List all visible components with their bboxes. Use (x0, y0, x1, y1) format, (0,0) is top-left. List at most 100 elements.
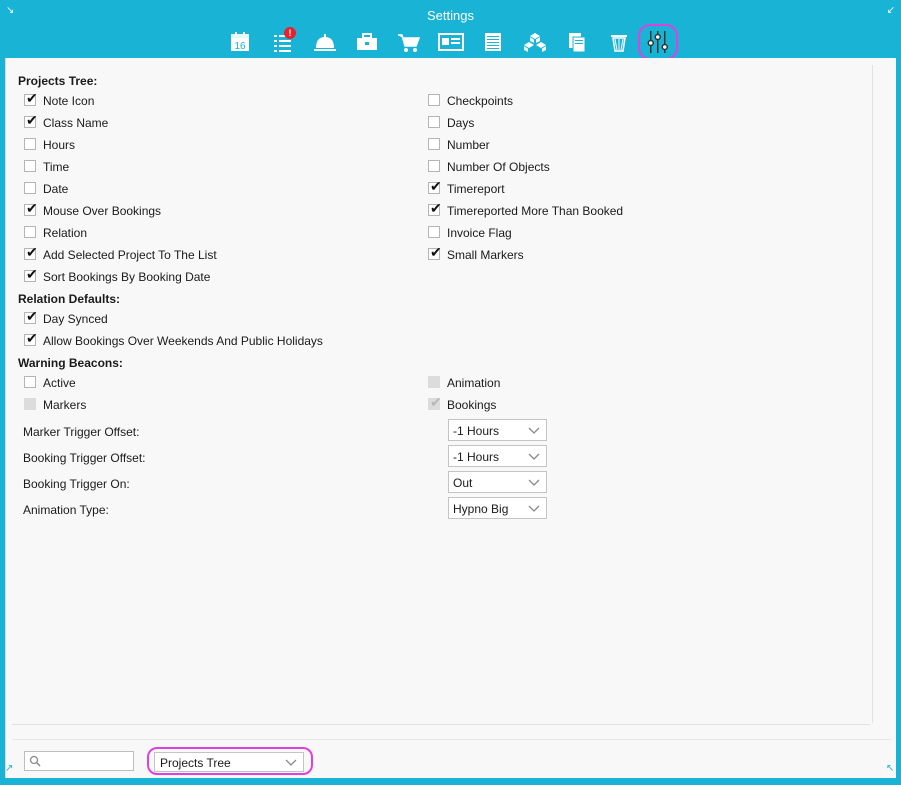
section-title-warning-beacons: Warning Beacons: (18, 356, 123, 370)
field-label-booking-trigger-offset: Booking Trigger Offset: (23, 451, 146, 465)
toolbar-calendar-button[interactable]: 16 (225, 27, 255, 57)
select-value: Hypno Big (453, 502, 509, 516)
chevron-down-icon (285, 759, 297, 766)
option-label: Timereported More Than Booked (447, 204, 624, 218)
option-label: Active (43, 376, 76, 390)
checkbox (24, 398, 36, 410)
checkmark-icon: ✔ (26, 330, 38, 346)
svg-text:16: 16 (234, 41, 246, 52)
resize-corner-bottom-left-icon[interactable]: ↗ (5, 764, 13, 774)
select-marker-trigger-offset[interactable]: -1 Hours (448, 419, 547, 441)
sliders-icon (647, 31, 668, 53)
checkbox[interactable]: ✔ (428, 201, 442, 216)
option-label: Add Selected Project To The List (43, 248, 217, 262)
checkbox[interactable] (24, 226, 36, 238)
checkbox[interactable]: ✔ (428, 244, 442, 260)
section-select[interactable]: Projects Tree (154, 752, 304, 772)
search-icon (29, 755, 41, 767)
option-label: Day Synced (43, 312, 108, 326)
field-label-marker-trigger-offset: Marker Trigger Offset: (23, 425, 140, 439)
checkmark-icon: ✔ (26, 266, 38, 282)
checkmark-icon: ✔ (26, 112, 38, 128)
checkbox[interactable]: ✔ (24, 266, 38, 282)
checkbox[interactable]: ✔ (24, 200, 38, 216)
vertical-scrollbar[interactable] (872, 65, 886, 723)
cubes-icon (524, 33, 546, 52)
option-label: Invoice Flag (447, 226, 512, 240)
option-label: Markers (43, 398, 87, 412)
checkbox[interactable] (428, 94, 440, 106)
select-animation-type[interactable]: Hypno Big (448, 497, 547, 519)
checkbox[interactable]: ✔ (428, 178, 442, 194)
toolbar-tasks-button[interactable]: ! (268, 27, 298, 57)
section-title-relation-defaults: Relation Defaults: (18, 292, 121, 306)
checkbox[interactable]: ✔ (24, 308, 38, 324)
option-label: Checkpoints (447, 94, 514, 108)
checkbox[interactable] (24, 160, 36, 172)
chevron-down-icon (528, 505, 540, 512)
ledger-icon (485, 33, 501, 51)
toolbar-documents-button[interactable] (562, 27, 592, 57)
checkbox[interactable]: ✔ (24, 112, 38, 128)
select-value: -1 Hours (453, 450, 500, 464)
toolbar-contacts-button[interactable] (436, 27, 466, 57)
settings-window: ↘ ↙ Settings 16 ! Projects Tree: ✔ Note … (0, 0, 901, 785)
checkbox[interactable] (428, 116, 440, 128)
checkbox[interactable]: ✔ (24, 90, 38, 106)
checkbox[interactable] (428, 160, 440, 172)
checkbox[interactable] (24, 376, 36, 388)
trash-icon (611, 35, 627, 52)
shopping-cart-icon (398, 34, 421, 52)
checkbox[interactable] (24, 182, 36, 194)
option-label: Time (43, 160, 70, 174)
option-label: Number Of Objects (447, 160, 550, 174)
section-select-value: Projects Tree (160, 756, 231, 770)
chevron-down-icon (528, 479, 540, 486)
toolbar-ledger-button[interactable] (478, 27, 508, 57)
select-booking-trigger-offset[interactable]: -1 Hours (448, 445, 547, 467)
option-label: Bookings (447, 398, 497, 412)
settings-panel: Projects Tree: ✔ Note Icon ✔ Class Name Hour… (5, 58, 896, 778)
calendar-icon: 16 (231, 32, 249, 52)
option-label: Small Markers (447, 248, 524, 262)
option-label: Relation (43, 226, 88, 240)
checkmark-icon: ✔ (430, 178, 442, 194)
option-label: Class Name (43, 116, 109, 130)
toolbar-reception-button[interactable] (310, 27, 340, 57)
option-label: Date (43, 182, 69, 196)
toolbar-shop-button[interactable] (394, 27, 424, 57)
resize-corner-bottom-right-icon[interactable]: ↖ (886, 764, 894, 774)
checkmark-icon: ✔ (26, 200, 38, 216)
checkbox[interactable] (24, 138, 36, 150)
select-booking-trigger-on[interactable]: Out (448, 471, 547, 493)
window-title: Settings (427, 8, 474, 23)
checkbox[interactable] (428, 138, 440, 150)
id-card-icon (438, 33, 464, 51)
checkbox[interactable] (428, 226, 440, 238)
checkbox[interactable]: ✔ (24, 244, 38, 260)
option-label: Note Icon (43, 94, 95, 108)
toolbar-projects-button[interactable] (352, 27, 382, 57)
checkmark-icon: ✔ (430, 394, 442, 410)
checkbox (428, 376, 440, 388)
option-label: Hours (43, 138, 76, 152)
checkmark-icon: ✔ (26, 244, 38, 260)
option-label: Days (447, 116, 475, 130)
documents-icon (569, 33, 586, 53)
toolbar-trash-button[interactable] (604, 27, 634, 57)
section-title-projects-tree: Projects Tree: (18, 74, 98, 88)
checkmark-icon: ✔ (26, 90, 38, 106)
field-label-booking-trigger-on: Booking Trigger On: (23, 477, 130, 491)
footer-divider (12, 724, 870, 725)
section-select-highlight: Projects Tree (147, 747, 313, 775)
option-label: Mouse Over Bookings (43, 204, 162, 218)
field-label-animation-type: Animation Type: (23, 503, 109, 517)
toolbar-settings-button[interactable] (638, 24, 678, 60)
checkmark-icon: ✔ (26, 308, 38, 324)
checkbox[interactable]: ✔ (24, 330, 38, 346)
footer-divider (12, 739, 892, 740)
search-input[interactable] (24, 751, 134, 771)
checkmark-icon: ✔ (430, 244, 442, 260)
option-label: Animation (447, 376, 501, 390)
toolbar-inventory-button[interactable] (520, 27, 550, 57)
